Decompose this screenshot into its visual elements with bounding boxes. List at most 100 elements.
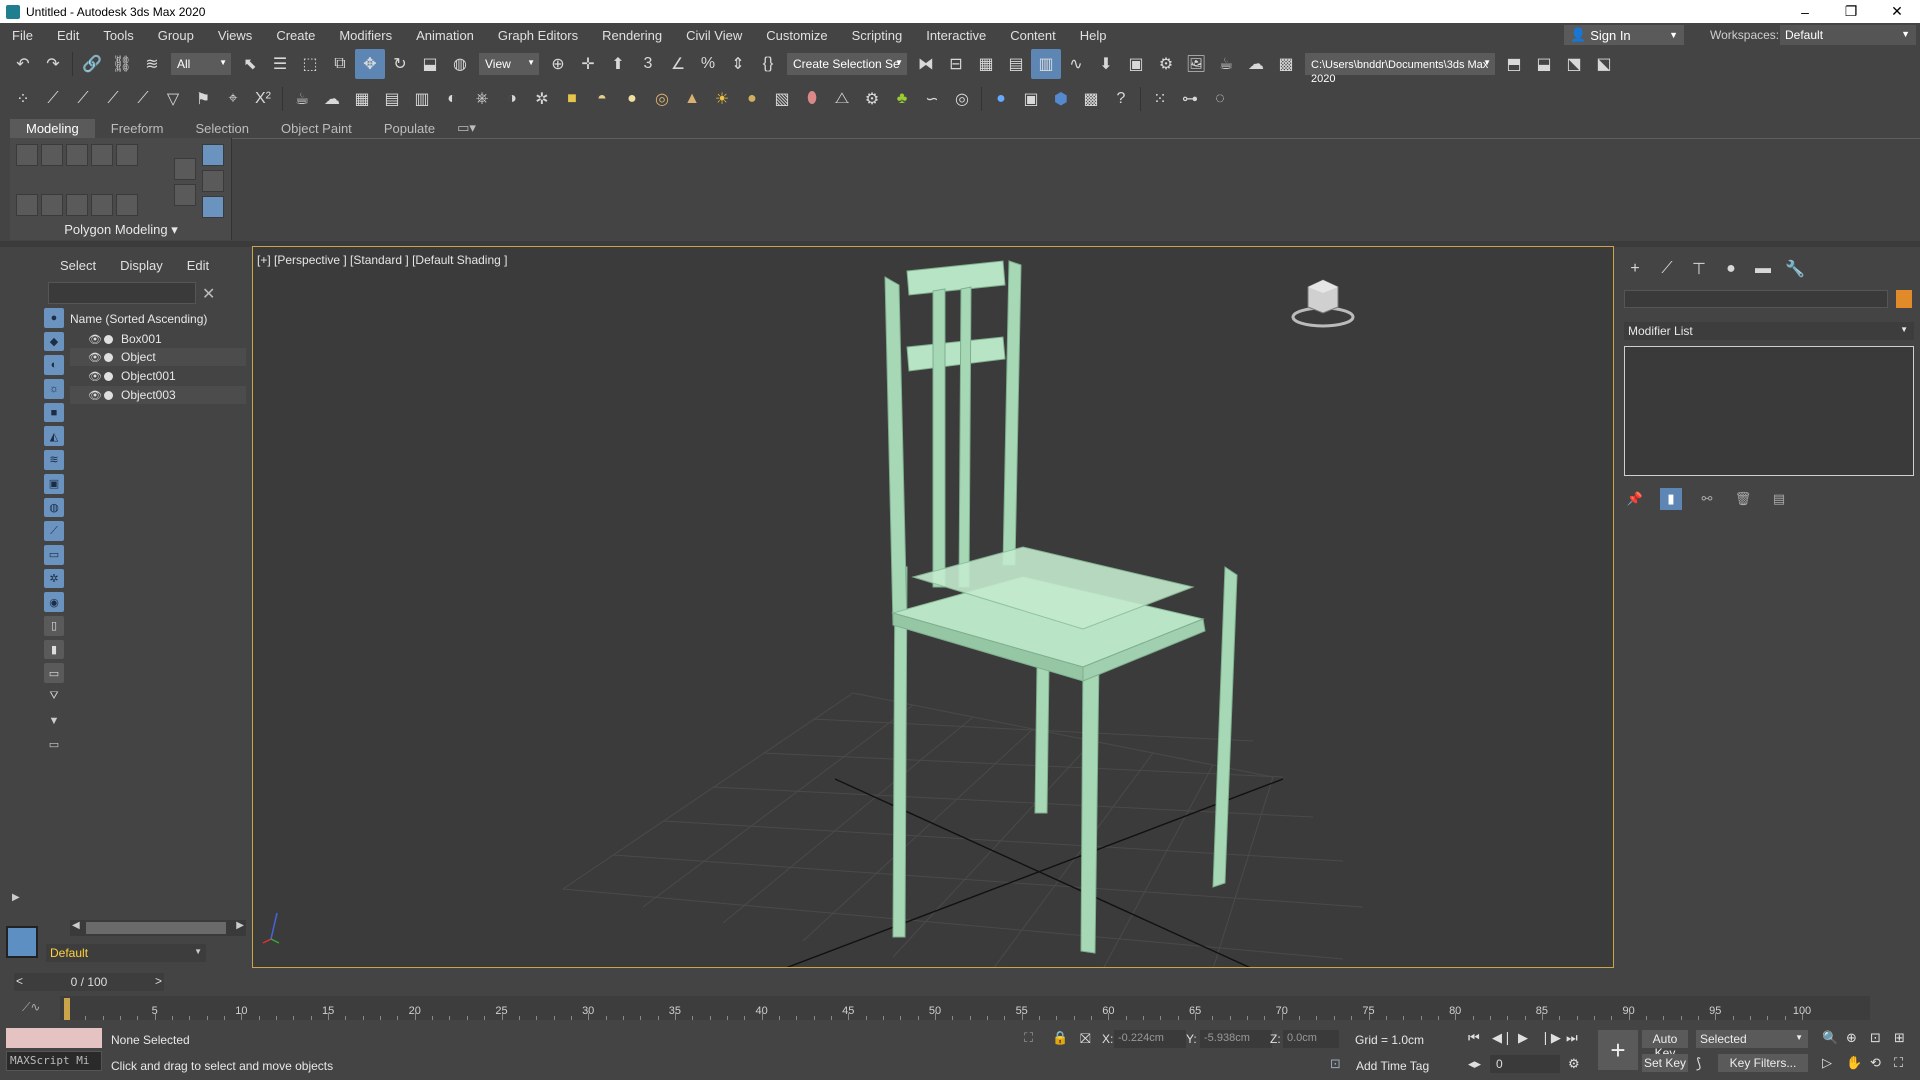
select-and-rotate-icon[interactable]: ↻	[385, 49, 415, 79]
configure-modifier-sets-icon[interactable]: ▤	[1768, 488, 1790, 510]
maximize-button[interactable]: ❐	[1828, 0, 1874, 23]
go-to-end-icon[interactable]: ⏭	[1566, 1030, 1578, 1046]
eye-icon[interactable]: 👁	[88, 333, 102, 346]
scene-list-item[interactable]: 👁 Object	[70, 348, 246, 366]
modifier-stack[interactable]	[1624, 346, 1914, 476]
display-invert-icon[interactable]: ▮	[44, 639, 64, 660]
tab-modeling[interactable]: Modeling	[10, 118, 95, 138]
maxscript-listener-output[interactable]	[6, 1028, 102, 1048]
collapse-stack-icon[interactable]	[174, 158, 196, 180]
display-spacewarps-icon[interactable]: ≋	[44, 450, 64, 470]
dots-grid-icon[interactable]: ⁙	[1145, 84, 1175, 114]
element-icon[interactable]	[116, 144, 138, 166]
maximize-viewport-icon[interactable]: ⛶	[1894, 1055, 1903, 1071]
display-containers-icon[interactable]: ▭	[44, 544, 64, 565]
display-shapes-icon[interactable]: ◐	[44, 355, 64, 376]
scene-list-item[interactable]: 👁 Box001	[70, 330, 246, 348]
polygon-modeling-label[interactable]: Polygon Modeling ▾	[10, 219, 232, 240]
y-coordinate-input[interactable]: -5.938cm	[1200, 1030, 1272, 1048]
display-xrefs-icon[interactable]: ◍	[44, 497, 64, 518]
edit-named-selection-icon[interactable]: {}	[753, 49, 783, 79]
a360-gallery-icon[interactable]: ▩	[1271, 49, 1301, 79]
display-particles-icon[interactable]: ✲	[44, 568, 64, 589]
scene-search-input[interactable]	[48, 282, 196, 304]
display-all-icon[interactable]: ▯	[44, 615, 64, 636]
scrollbar-thumb[interactable]	[86, 922, 226, 934]
time-slider[interactable]: < 0 / 100 >	[14, 973, 164, 991]
mirror-icon[interactable]: ⧓	[911, 49, 941, 79]
modifier-list-select[interactable]: Modifier List ▼	[1624, 322, 1914, 340]
display-none-icon[interactable]: ●	[44, 308, 64, 328]
menu-file[interactable]: File	[0, 28, 45, 43]
render-toggle-icon[interactable]	[104, 334, 113, 344]
percent-snap-icon[interactable]: %	[693, 49, 723, 79]
polygon-icon[interactable]	[91, 144, 113, 166]
layer-color-swatch[interactable]	[6, 926, 38, 958]
help-icon[interactable]: ?	[1106, 84, 1136, 114]
display-helpers-icon[interactable]: ◭	[44, 426, 64, 447]
menu-create[interactable]: Create	[264, 28, 327, 43]
remove-modifier-icon[interactable]: 🗑	[1732, 488, 1754, 510]
object-name-input[interactable]	[1624, 290, 1888, 308]
rectangular-selection-icon[interactable]: ⬚	[295, 49, 325, 79]
next-frame-icon[interactable]: >	[155, 974, 162, 988]
menu-civil-view[interactable]: Civil View	[674, 28, 754, 43]
spring-icon[interactable]: ∽	[917, 84, 947, 114]
ribbon-options-icon[interactable]: ▭▾	[451, 118, 482, 138]
timeline-ruler[interactable]: 5 10 15 20 25 30 35 40 45 50 55 60 65 70 75 80 85 90 95 100	[60, 996, 1870, 1020]
set-project-folder-icon[interactable]: ⬒	[1499, 49, 1529, 79]
border-icon[interactable]	[66, 144, 88, 166]
project-settings-icon[interactable]: ⬕	[1589, 49, 1619, 79]
scroll-right-icon[interactable]: ▶	[236, 920, 244, 931]
zoom-icon[interactable]: 🔍	[1822, 1030, 1838, 1046]
render-toggle-icon[interactable]	[104, 352, 113, 362]
to-poly-icon[interactable]	[174, 184, 196, 206]
project-folder-select[interactable]: C:\Users\bnddr\Documents\3ds Max 2020 ▼	[1305, 53, 1495, 85]
measure-icon[interactable]: ⊶	[1175, 84, 1205, 114]
maxscript-mini-listener[interactable]: MAXScript Mi	[6, 1051, 102, 1071]
scroll-left-icon[interactable]: ◀	[72, 920, 80, 931]
schematic-view-icon[interactable]: ⬇	[1091, 49, 1121, 79]
render-in-cloud-icon[interactable]: ☁	[1241, 49, 1271, 79]
capsule-icon[interactable]: ⬮	[797, 84, 827, 114]
render-toggle-icon[interactable]	[104, 371, 113, 381]
menu-animation[interactable]: Animation	[404, 28, 486, 43]
sign-in-button[interactable]: 👤 Sign In ▼	[1564, 25, 1684, 45]
ignore-backfacing-icon[interactable]	[116, 194, 138, 216]
key-mode-toggle-icon[interactable]: ◂▸	[1468, 1056, 1481, 1072]
auto-key-button[interactable]: Auto Key	[1642, 1030, 1688, 1060]
folder-icon[interactable]: ▭	[44, 734, 64, 754]
flag-icon[interactable]: ⚑	[188, 84, 218, 114]
teapot-icon[interactable]: ☕	[287, 84, 317, 114]
tab-selection[interactable]: Selection	[180, 119, 265, 138]
time-configuration-icon[interactable]: ⚙	[1568, 1056, 1580, 1072]
material-sphere-icon[interactable]: ●	[986, 84, 1016, 114]
minimize-button[interactable]: –	[1782, 0, 1828, 23]
eye-icon[interactable]: 👁	[88, 389, 102, 402]
axis-icon[interactable]: ⌖	[218, 84, 248, 114]
render-frame-icon[interactable]: ▦	[347, 84, 377, 114]
camera-icon[interactable]: ⎈	[467, 84, 497, 114]
box-icon[interactable]: ■	[557, 84, 587, 114]
key-filters-button[interactable]: Key Filters...	[1718, 1054, 1808, 1072]
display-lights-icon[interactable]: ☼	[44, 379, 64, 399]
hierarchy-tab-icon[interactable]: ⊤	[1688, 258, 1710, 280]
link-icon[interactable]: 🔗	[77, 49, 107, 79]
default-tangents-icon[interactable]: ⟆	[1696, 1055, 1701, 1072]
tab-edit[interactable]: Edit	[175, 258, 221, 273]
clear-search-icon[interactable]: ✕	[202, 284, 215, 304]
helper-icon[interactable]: ◑	[497, 84, 527, 114]
field-of-view-icon[interactable]: ▷	[1822, 1055, 1832, 1071]
environment-icon[interactable]: ▩	[1076, 84, 1106, 114]
eye-icon[interactable]: 👁	[88, 370, 102, 383]
menu-content[interactable]: Content	[998, 28, 1068, 43]
pin-stack-icon[interactable]	[202, 170, 224, 192]
particle-icon[interactable]: ✲	[527, 84, 557, 114]
utilities-tab-icon[interactable]: 🔧	[1784, 258, 1806, 280]
go-to-start-icon[interactable]: ⏮	[1468, 1030, 1480, 1046]
create-selection-set-select[interactable]: Create Selection Se ▼	[787, 53, 907, 75]
selection-filter-select[interactable]: All ▼	[171, 53, 231, 75]
rendered-frame-window-icon[interactable]: 🖼	[1181, 49, 1211, 79]
eye-icon[interactable]: 👁	[88, 351, 102, 364]
save-project-icon[interactable]: ⬔	[1559, 49, 1589, 79]
